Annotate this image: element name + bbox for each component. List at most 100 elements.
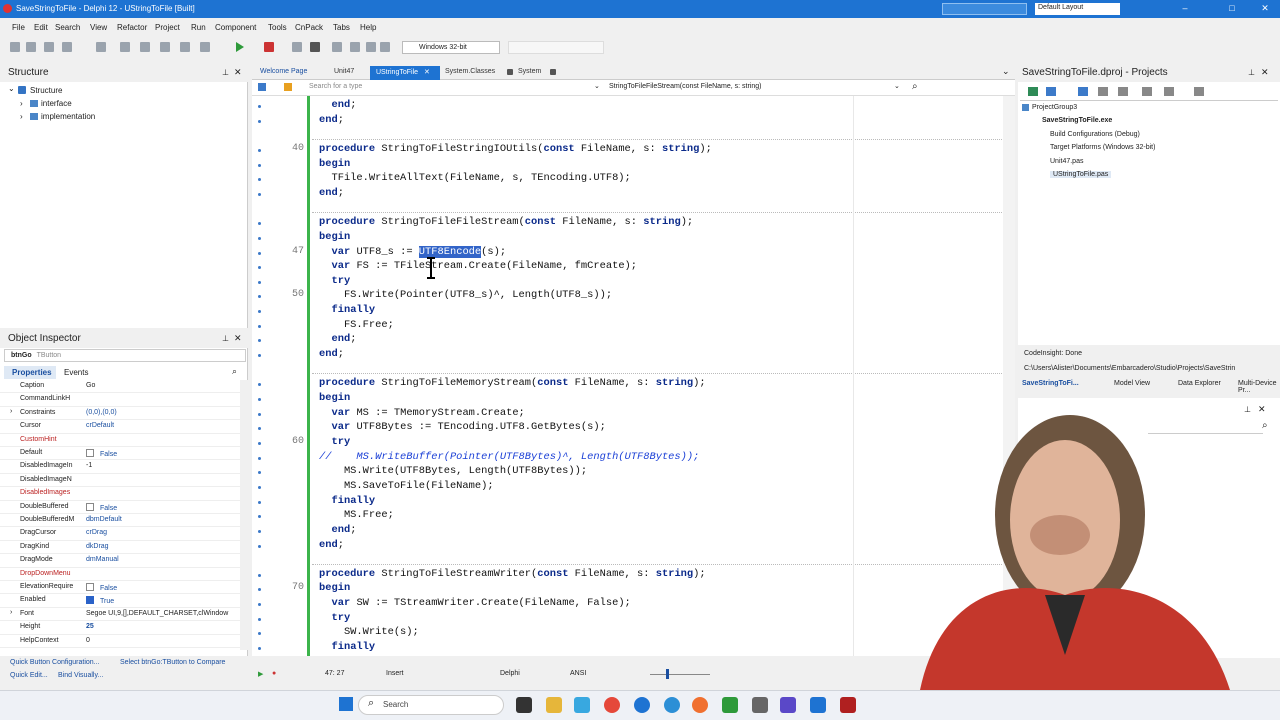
code-line[interactable]: try xyxy=(319,275,350,287)
code-line[interactable]: var UTF8Bytes := TEncoding.UTF8.GetBytes… xyxy=(319,421,605,433)
config-select[interactable] xyxy=(508,41,604,54)
project-icon[interactable] xyxy=(120,42,130,52)
project-tree-item[interactable]: Unit47.pas xyxy=(1050,158,1083,165)
options-icon[interactable] xyxy=(140,42,150,52)
code-line[interactable]: // MS.WriteBuffer(Pointer(UTF8Bytes)^, L… xyxy=(319,451,699,463)
checkbox[interactable] xyxy=(86,583,94,591)
tab-multi-device[interactable]: Multi-Device Pr... xyxy=(1238,380,1280,394)
code-line[interactable]: end; xyxy=(319,348,344,360)
language-select[interactable]: Delphi xyxy=(500,670,520,677)
run-to-cursor-icon[interactable] xyxy=(366,42,376,52)
browser-icon[interactable] xyxy=(664,697,680,713)
project-tree-item[interactable]: Target Platforms (Windows 32-bit) xyxy=(1050,144,1155,151)
tree-expander-icon[interactable]: › xyxy=(20,99,23,108)
trace-into-icon[interactable] xyxy=(350,42,360,52)
property-row[interactable]: DisabledImages xyxy=(0,487,240,501)
sync-icon[interactable] xyxy=(1098,87,1108,96)
property-value[interactable]: False xyxy=(86,449,117,458)
oi-scrollbar[interactable] xyxy=(240,380,248,650)
tab-data-explorer[interactable]: Data Explorer xyxy=(1178,380,1221,387)
tree-item-interface[interactable]: interface xyxy=(41,99,72,108)
component-select[interactable]: btnGo TButton xyxy=(4,349,246,362)
property-value[interactable]: False xyxy=(86,583,117,592)
tab-properties[interactable]: Properties xyxy=(4,366,56,379)
close-icon[interactable]: ✕ xyxy=(234,67,242,78)
build-icon[interactable] xyxy=(1164,87,1174,96)
code-line[interactable]: begin xyxy=(319,231,350,243)
tab-system[interactable]: System xyxy=(512,66,547,80)
bind-visually-link[interactable]: Bind Visually... xyxy=(58,672,103,679)
code-line[interactable]: end; xyxy=(319,99,356,111)
code-line[interactable]: SW.Write(s); xyxy=(319,626,419,638)
code-line[interactable]: FS.Write(Pointer(UTF8_s)^, Length(UTF8_s… xyxy=(319,289,612,301)
chrome-icon[interactable] xyxy=(604,697,620,713)
property-row[interactable]: DragMode dmManual xyxy=(0,554,240,568)
platform-select[interactable]: Windows 32-bit xyxy=(402,41,500,54)
menu-run[interactable]: Run xyxy=(191,23,206,32)
chevron-down-icon[interactable]: ⌄ xyxy=(594,82,600,90)
property-row[interactable]: Height 25 xyxy=(0,621,240,635)
property-row[interactable]: › Font Segoe UI,9,[],DEFAULT_CHARSET,clWin… xyxy=(0,608,240,622)
code-line[interactable]: end; xyxy=(319,539,344,551)
zoom-slider[interactable] xyxy=(650,674,710,675)
run-icon[interactable]: ▶ xyxy=(258,670,263,678)
settings-icon[interactable] xyxy=(574,697,590,713)
property-value[interactable]: dbmDefault xyxy=(86,516,122,523)
save-icon[interactable] xyxy=(44,42,54,52)
property-row[interactable]: DragCursor crDrag xyxy=(0,527,240,541)
code-line[interactable]: MS.SaveToFile(FileName); xyxy=(319,480,494,492)
insert-mode[interactable]: Insert xyxy=(386,670,404,677)
expand-icon[interactable]: › xyxy=(10,609,12,616)
menu-view[interactable]: View xyxy=(90,23,107,32)
property-row[interactable]: Caption Go xyxy=(0,380,240,394)
menu-tools[interactable]: Tools xyxy=(268,23,287,32)
code-line[interactable]: try xyxy=(319,436,350,448)
property-value[interactable]: False xyxy=(86,502,117,512)
units-icon[interactable] xyxy=(200,42,210,52)
property-value[interactable]: True xyxy=(86,596,114,605)
method-select[interactable]: StringToFileFileStream(const FileName, s… xyxy=(609,83,762,90)
tab-unit47[interactable]: Unit47 xyxy=(328,66,360,80)
type-search-input[interactable]: Search for a type xyxy=(309,83,362,90)
property-row[interactable]: CommandLinkH xyxy=(0,393,240,407)
code-line[interactable]: begin xyxy=(319,392,350,404)
code-line[interactable]: procedure StringToFileFileStream(const F… xyxy=(319,216,693,228)
menu-refactor[interactable]: Refactor xyxy=(117,23,147,32)
tab-model-view[interactable]: Model View xyxy=(1114,380,1150,387)
menu-project[interactable]: Project xyxy=(155,23,180,32)
file-explorer-icon[interactable] xyxy=(546,697,562,713)
run-icon[interactable] xyxy=(236,42,244,52)
open-icon[interactable] xyxy=(1046,87,1056,96)
tab-welcome-page[interactable]: Welcome Page xyxy=(254,66,313,80)
close-tab-icon[interactable]: ✕ xyxy=(424,69,430,76)
task-view-icon[interactable] xyxy=(516,697,532,713)
property-value[interactable]: crDrag xyxy=(86,529,107,536)
checkbox[interactable] xyxy=(86,449,94,457)
tab-events[interactable]: Events xyxy=(58,366,102,379)
code-line[interactable]: finally xyxy=(319,495,375,507)
menu-component[interactable]: Component xyxy=(215,23,256,32)
menu-edit[interactable]: Edit xyxy=(34,23,48,32)
property-row[interactable]: Default False xyxy=(0,447,240,461)
property-value[interactable]: -1 xyxy=(86,462,92,469)
project-tree-item[interactable]: SaveStringToFile.exe xyxy=(1042,117,1112,124)
menu-tabs[interactable]: Tabs xyxy=(333,23,350,32)
quick-button-config-link[interactable]: Quick Button Configuration... xyxy=(10,659,100,666)
tree-expander-icon[interactable]: › xyxy=(20,112,23,121)
new-icon[interactable] xyxy=(10,42,20,52)
code-line[interactable]: var SW := TStreamWriter.Create(FileName,… xyxy=(319,597,630,609)
property-row[interactable]: ElevationRequire False xyxy=(0,581,240,595)
code-line[interactable]: var MS := TMemoryStream.Create; xyxy=(319,407,524,419)
ide-search-input[interactable] xyxy=(942,3,1027,15)
code-line[interactable]: end; xyxy=(319,187,344,199)
code-line[interactable]: finally xyxy=(319,641,375,653)
tab-project-manager[interactable]: SaveStringToFi... xyxy=(1022,380,1079,387)
pin-icon[interactable]: ⊥ xyxy=(222,68,229,77)
compare-link[interactable]: Select btnGo:TButton to Compare xyxy=(120,659,225,666)
property-row[interactable]: › Constraints (0,0),(0,0) xyxy=(0,407,240,421)
app-icon[interactable] xyxy=(722,697,738,713)
property-row[interactable]: Enabled True xyxy=(0,594,240,608)
code-line[interactable]: procedure StringToFileStringIOUtils(cons… xyxy=(319,143,712,155)
code-line[interactable]: var UTF8_s := UTF8Encode(s); xyxy=(319,245,506,258)
project-tree-item[interactable]: Build Configurations (Debug) xyxy=(1050,131,1140,138)
